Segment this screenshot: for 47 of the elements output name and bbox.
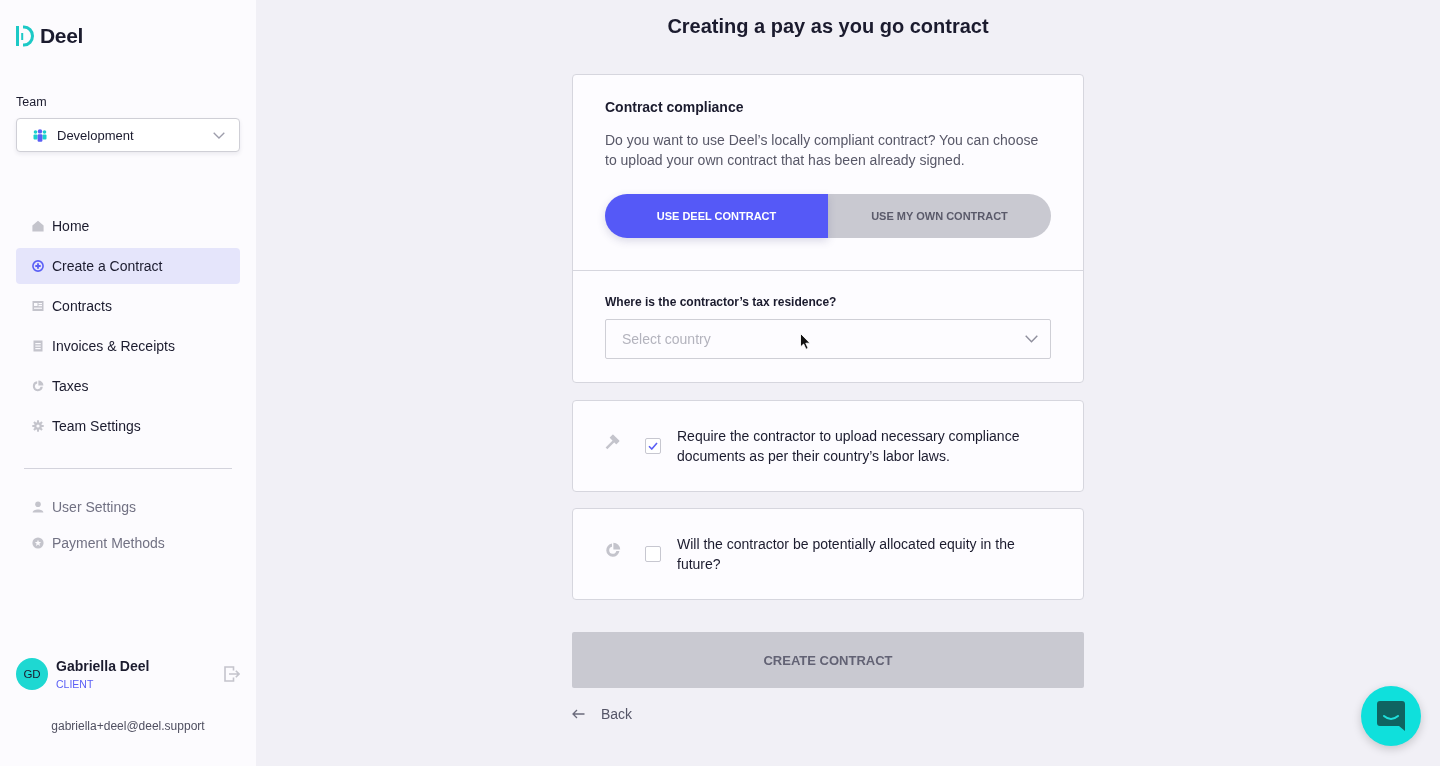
arrow-left-icon (572, 709, 585, 719)
plus-circle-icon (32, 260, 44, 272)
checkbox[interactable] (645, 438, 661, 454)
user-name: Gabriella Deel (56, 657, 151, 675)
hammer-icon (605, 434, 621, 450)
gear-icon (32, 420, 44, 432)
team-label: Team (16, 94, 48, 110)
nav-item[interactable]: Contracts (16, 288, 240, 324)
nav-item[interactable]: Invoices & Receipts (16, 328, 240, 364)
logout-icon (224, 666, 240, 682)
nav-item[interactable]: Home (16, 208, 240, 244)
people-icon (33, 128, 47, 142)
nav-item[interactable]: Create a Contract (16, 248, 240, 284)
page-title: Creating a pay as you go contract (667, 14, 989, 38)
logo-text: Deel (40, 24, 84, 48)
mouse-pointer-icon (800, 333, 811, 350)
avatar: GD (16, 658, 48, 690)
nav-item[interactable]: User Settings (16, 491, 240, 523)
nav-item[interactable]: Team Settings (16, 408, 240, 444)
field-label: Where is the contractor’s tax residence? (605, 294, 838, 310)
pie-chart-icon (605, 542, 621, 558)
option-text: Will the contractor be potentially allocated equity in the future? (677, 535, 1016, 574)
user-icon (32, 501, 44, 513)
back-link[interactable]: Back (572, 704, 633, 724)
chevron-down-icon (1025, 335, 1038, 343)
team-select[interactable]: Development (16, 118, 240, 152)
star-coin-icon (32, 537, 44, 549)
check-icon (648, 442, 658, 450)
card-description: Do you want to use Deel’s locally compliant contract? You can choose to upload your own contract that has been already signed. (605, 131, 1040, 170)
chevron-down-icon (213, 131, 225, 139)
option-text: Require the contractor to upload necessary compliance documents as per their country’s labor laws. (677, 427, 1021, 466)
card-list-icon (32, 300, 44, 312)
nav-item[interactable]: Taxes (16, 368, 240, 404)
contract-option-toggle[interactable]: USE DEEL CONTRACT (605, 194, 828, 238)
user-email: gabriella+deel@deel.support (51, 719, 205, 733)
country-select[interactable]: Select country (605, 319, 1051, 359)
user-role: CLIENT (56, 678, 95, 691)
chat-bubble-icon (1376, 700, 1406, 732)
contract-option-toggle[interactable]: USE MY OWN CONTRACT (828, 194, 1051, 238)
logo-icon (16, 25, 34, 47)
chat-button[interactable] (1361, 686, 1421, 746)
document-icon (32, 340, 44, 352)
pie-chart-icon (32, 380, 44, 392)
card-title: Contract compliance (605, 98, 745, 116)
checkbox[interactable] (645, 546, 661, 562)
house-icon (32, 220, 44, 232)
nav-item[interactable]: Payment Methods (16, 527, 240, 559)
